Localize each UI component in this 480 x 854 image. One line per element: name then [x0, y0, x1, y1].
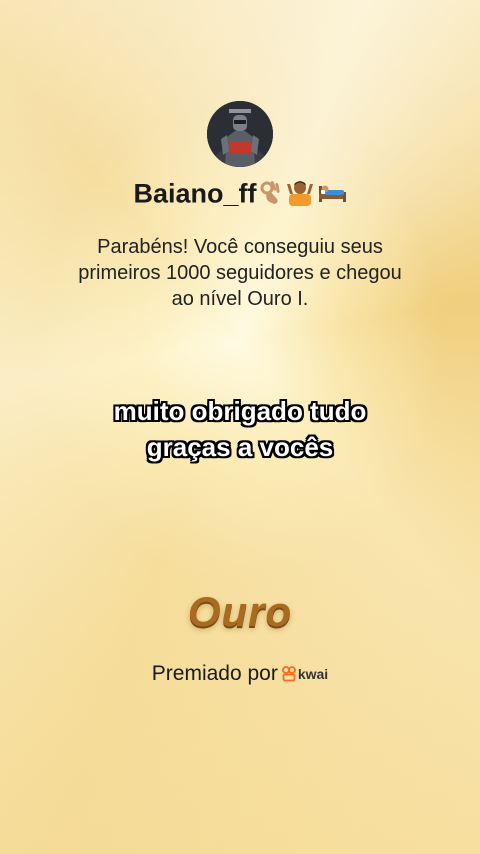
message-line: ao nível Ouro I. — [171, 288, 309, 310]
avatar-image — [207, 101, 273, 167]
message-line: Parabéns! Você conseguiu seus — [97, 236, 383, 258]
caption-line: graças a vocês — [146, 432, 334, 462]
awarded-by-label: Premiado por — [151, 662, 278, 685]
username-row: Baiano_ff — [0, 178, 480, 213]
ok-hand-icon — [259, 179, 283, 212]
username: Baiano_ff — [133, 178, 257, 209]
kwai-brand: kwai — [297, 666, 329, 683]
avatar[interactable] — [207, 101, 273, 167]
kwai-logo: kwai — [281, 666, 329, 683]
congrats-message: Parabéns! Você conseguiu seus primeiros … — [40, 234, 440, 312]
caption-overlay: muito obrigado tudo graças a vocês — [0, 393, 480, 465]
person-shrugging-icon — [285, 178, 315, 213]
awarded-by: Premiado por kwai — [0, 662, 480, 686]
kwai-logo-icon — [281, 666, 296, 682]
message-line: primeiros 1000 seguidores e chegou — [78, 262, 402, 284]
person-in-bed-icon — [317, 180, 347, 211]
caption-line: muito obrigado tudo — [113, 396, 367, 426]
level-title: Ouro — [187, 588, 293, 635]
